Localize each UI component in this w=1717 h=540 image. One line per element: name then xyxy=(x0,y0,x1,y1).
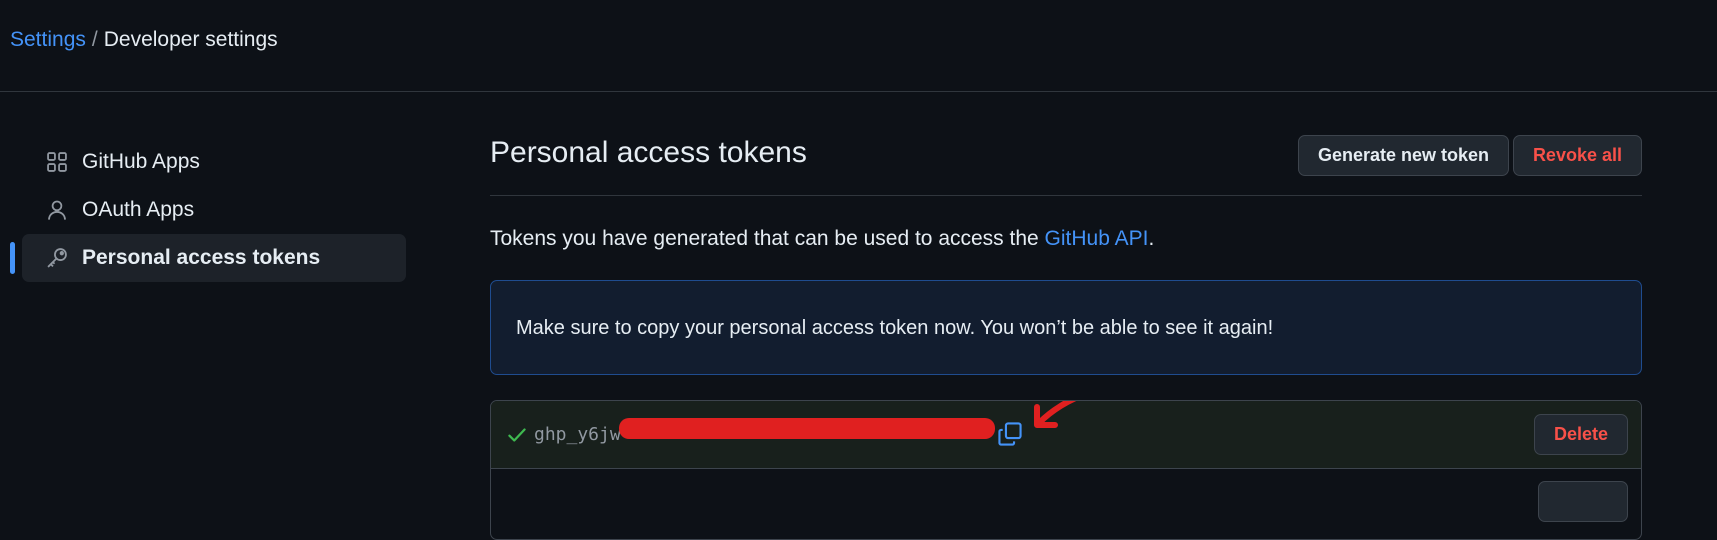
sidebar-item-label: OAuth Apps xyxy=(82,198,195,221)
next-row-button[interactable] xyxy=(1538,481,1628,522)
check-icon xyxy=(506,424,528,446)
github-api-link[interactable]: GitHub API xyxy=(1045,227,1149,250)
main-content: Personal access tokens Generate new toke… xyxy=(490,120,1642,540)
breadcrumb-current: Developer settings xyxy=(103,28,278,51)
breadcrumb-separator: / xyxy=(91,28,98,51)
delete-token-button[interactable]: Delete xyxy=(1533,414,1628,455)
redaction-mark xyxy=(619,418,995,439)
description: Tokens you have generated that can be us… xyxy=(490,225,1642,253)
sidebar: GitHub Apps OAuth Apps Personal access t… xyxy=(10,138,410,282)
apps-icon xyxy=(46,151,68,173)
top-header: Settings / Developer settings xyxy=(0,0,1717,92)
generate-new-token-button[interactable]: Generate new token xyxy=(1297,135,1509,176)
key-icon xyxy=(46,247,68,269)
revoke-all-button[interactable]: Revoke all xyxy=(1512,135,1642,176)
description-suffix: . xyxy=(1148,227,1155,250)
sidebar-item-label: Personal access tokens xyxy=(82,246,321,269)
sidebar-item-label: GitHub Apps xyxy=(82,150,200,173)
token-list: ghp_y6jw Delete xyxy=(490,400,1642,540)
sidebar-item-github-apps[interactable]: GitHub Apps xyxy=(22,138,406,186)
person-icon xyxy=(46,199,68,221)
token-value[interactable]: ghp_y6jw xyxy=(534,424,621,445)
sidebar-item-oauth-apps[interactable]: OAuth Apps xyxy=(22,186,406,234)
copy-icon[interactable] xyxy=(997,421,1023,447)
flash-notice: Make sure to copy your personal access t… xyxy=(490,280,1642,375)
breadcrumb-settings-link[interactable]: Settings xyxy=(10,28,86,51)
flash-message: Make sure to copy your personal access t… xyxy=(516,317,1274,339)
description-text: Tokens you have generated that can be us… xyxy=(490,227,1045,250)
page-title: Personal access tokens xyxy=(490,136,807,169)
token-row: ghp_y6jw Delete xyxy=(491,401,1641,469)
breadcrumb: Settings / Developer settings xyxy=(10,26,278,54)
title-row: Personal access tokens Generate new toke… xyxy=(490,120,1642,196)
annotation-arrow-icon xyxy=(1034,401,1077,428)
active-indicator xyxy=(10,242,15,274)
sidebar-item-personal-access-tokens[interactable]: Personal access tokens xyxy=(10,234,406,282)
